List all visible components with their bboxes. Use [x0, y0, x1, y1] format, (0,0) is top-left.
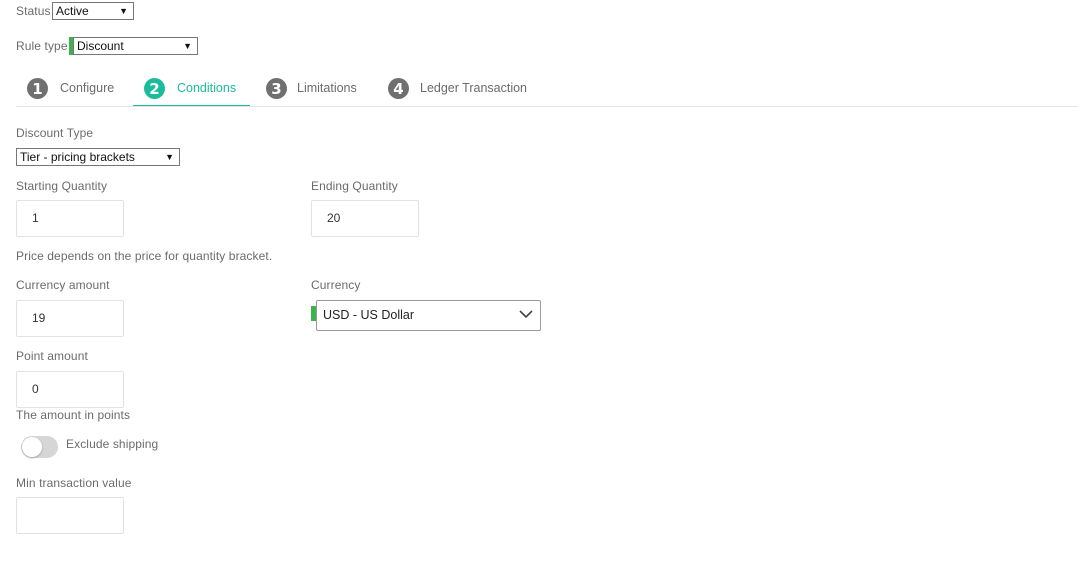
tab-limitations[interactable]: 3 Limitations [266, 76, 376, 107]
starting-quantity-input[interactable]: 1 [16, 200, 124, 237]
point-amount-input[interactable]: 0 [16, 371, 124, 408]
currency-amount-input[interactable]: 19 [16, 300, 124, 337]
step-1-icon: 1 [27, 78, 48, 99]
currency-label: Currency [311, 278, 361, 292]
dropdown-arrow-icon: ▼ [183, 41, 192, 51]
chevron-down-icon [519, 310, 533, 319]
currency-amount-label: Currency amount [16, 278, 110, 292]
tab-configure-label: Configure [60, 81, 115, 95]
currency-select-value: USD - US Dollar [323, 308, 414, 322]
exclude-shipping-label: Exclude shipping [66, 437, 159, 451]
min-transaction-value-label: Min transaction value [16, 476, 132, 490]
ending-quantity-label: Ending Quantity [311, 179, 398, 193]
rule-type-select[interactable]: Discount ▼ [73, 37, 198, 55]
ending-quantity-input[interactable]: 20 [311, 200, 419, 237]
dropdown-arrow-icon: ▼ [119, 6, 128, 16]
tab-configure[interactable]: 1 Configure [27, 76, 127, 107]
dropdown-arrow-icon: ▼ [165, 152, 174, 162]
rule-type-label: Rule type [16, 39, 68, 53]
point-amount-label: Point amount [16, 349, 88, 363]
step-3-icon: 3 [266, 78, 287, 99]
tab-ledger-transaction[interactable]: 4 Ledger Transaction [388, 76, 548, 107]
starting-quantity-label: Starting Quantity [16, 179, 108, 193]
status-select[interactable]: Active ▼ [52, 2, 134, 20]
step-4-icon: 4 [388, 78, 409, 99]
currency-select[interactable]: USD - US Dollar [316, 300, 541, 331]
min-transaction-value-input[interactable] [16, 497, 124, 534]
status-select-value: Active [56, 4, 89, 18]
tabs-divider [16, 106, 1078, 107]
rule-type-select-value: Discount [77, 39, 124, 53]
point-amount-help: The amount in points [16, 408, 131, 422]
tab-conditions-label: Conditions [177, 81, 237, 95]
tab-ledger-transaction-label: Ledger Transaction [420, 81, 528, 95]
toggle-knob [22, 437, 42, 457]
exclude-shipping-toggle[interactable] [21, 436, 58, 458]
step-2-icon: 2 [144, 78, 165, 99]
tab-limitations-label: Limitations [297, 81, 357, 95]
status-label: Status [16, 4, 51, 18]
price-note: Price depends on the price for quantity … [16, 249, 273, 263]
discount-type-select-value: Tier - pricing brackets [20, 150, 135, 164]
discount-type-select[interactable]: Tier - pricing brackets ▼ [16, 148, 180, 166]
discount-type-label: Discount Type [16, 126, 94, 140]
tab-conditions[interactable]: 2 Conditions [133, 76, 250, 107]
